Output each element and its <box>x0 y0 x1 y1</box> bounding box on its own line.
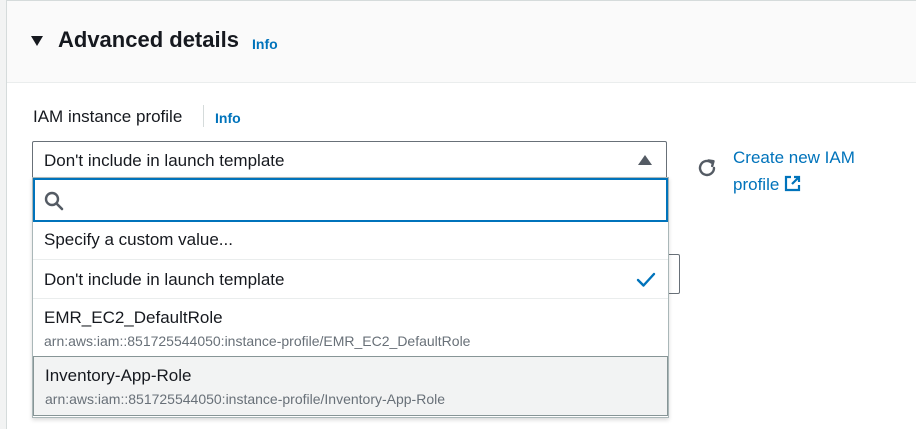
advanced-details-panel: Advanced details Info IAM instance profi… <box>6 0 916 429</box>
iam-instance-profile-label: IAM instance profile <box>33 107 183 126</box>
create-iam-profile-link[interactable]: Create new IAM profile <box>733 144 893 198</box>
caret-down-icon[interactable] <box>31 36 43 46</box>
check-icon <box>636 272 656 287</box>
option-inventory-app-role[interactable]: Inventory-App-Role arn:aws:iam::85172554… <box>33 356 668 416</box>
advanced-details-header[interactable]: Advanced details Info <box>7 1 916 83</box>
search-input[interactable] <box>33 178 668 222</box>
iam-info-link[interactable]: Info <box>215 110 241 126</box>
search-icon <box>44 191 64 211</box>
external-link-icon <box>785 175 801 192</box>
option-emr-ec2-default-role[interactable]: EMR_EC2_DefaultRole arn:aws:iam::8517255… <box>33 298 668 356</box>
iam-profile-dropdown: Specify a custom value... Don't include … <box>32 177 669 418</box>
iam-profile-select[interactable]: Don't include in launch template <box>32 141 667 179</box>
section-info-link[interactable]: Info <box>252 36 278 52</box>
option-custom-value[interactable]: Specify a custom value... <box>33 220 668 259</box>
label-divider <box>203 105 204 127</box>
option-arn: arn:aws:iam::851725544050:instance-profi… <box>44 333 471 349</box>
option-dont-include[interactable]: Don't include in launch template <box>33 259 668 298</box>
option-title: Don't include in launch template <box>44 270 285 289</box>
caret-up-icon <box>638 155 652 165</box>
option-title: Specify a custom value... <box>44 230 233 249</box>
option-title: Inventory-App-Role <box>45 366 192 385</box>
option-title: EMR_EC2_DefaultRole <box>44 308 223 327</box>
option-arn: arn:aws:iam::851725544050:instance-profi… <box>45 391 446 407</box>
refresh-icon[interactable] <box>696 157 718 179</box>
select-value: Don't include in launch template <box>44 151 285 170</box>
section-title[interactable]: Advanced details <box>58 27 239 53</box>
